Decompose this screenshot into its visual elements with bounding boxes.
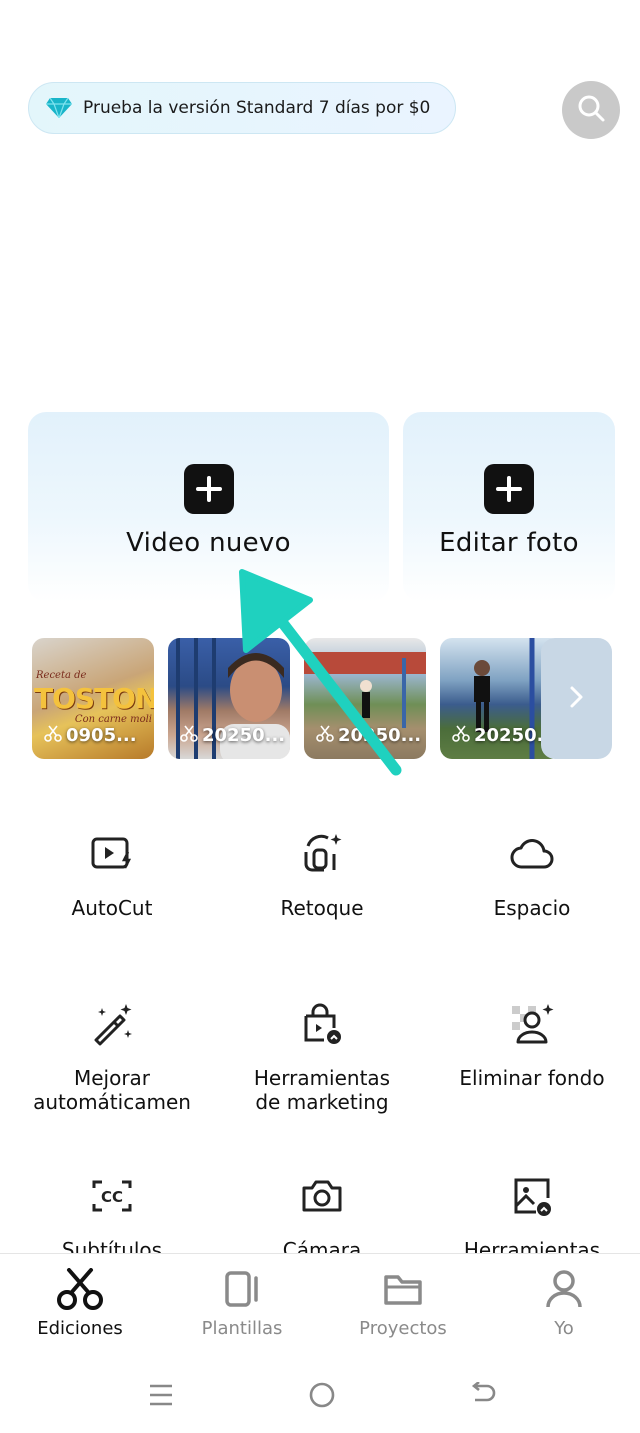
edit-photo-card[interactable]: Editar foto — [403, 412, 615, 602]
bottom-navigation: Ediciones Plantillas Proyectos Yo — [0, 1253, 640, 1353]
promo-banner[interactable]: Prueba la versión Standard 7 días por $0 — [28, 82, 456, 134]
tool-camara[interactable]: Cámara — [222, 1172, 422, 1262]
home-button[interactable] — [302, 1375, 342, 1415]
home-circle-icon — [309, 1382, 335, 1408]
cloud-icon — [508, 830, 556, 878]
captions-icon: CC — [88, 1172, 136, 1220]
system-navigation-bar — [0, 1353, 640, 1433]
thumbnail-overlay-text: Receta de — [36, 670, 87, 681]
magic-wand-icon — [88, 1000, 136, 1048]
retouch-icon — [298, 830, 346, 878]
nav-label: Ediciones — [37, 1318, 123, 1339]
thumbnail-caption: 20250... — [202, 725, 286, 746]
back-icon — [471, 1382, 496, 1402]
nav-ediciones[interactable]: Ediciones — [10, 1268, 150, 1339]
tool-herramientas-imagen[interactable]: Herramientas — [432, 1172, 632, 1262]
tool-espacio[interactable]: Espacio — [432, 830, 632, 920]
tool-label: Retoque — [280, 896, 364, 920]
recent-project-thumbnail[interactable]: Receta de TOSTONES Con carne moli 0905..… — [32, 638, 154, 759]
nav-label: Proyectos — [359, 1318, 447, 1339]
profile-icon — [544, 1268, 584, 1310]
tool-label: Espacio — [493, 896, 571, 920]
scissors-icon — [452, 724, 470, 747]
nav-plantillas[interactable]: Plantillas — [172, 1268, 312, 1339]
scissors-icon — [57, 1268, 103, 1310]
marketing-bag-icon — [298, 1000, 346, 1048]
tool-label: AutoCut — [71, 896, 153, 920]
thumbnail-caption: 0905... — [66, 725, 137, 746]
tool-subtitulos[interactable]: CC Subtítulos — [12, 1172, 212, 1262]
search-button[interactable] — [562, 81, 620, 139]
nav-yo[interactable]: Yo — [494, 1268, 634, 1339]
templates-icon — [224, 1268, 260, 1310]
scissors-icon — [316, 724, 334, 747]
scissors-icon — [44, 724, 62, 747]
plus-icon — [484, 464, 534, 514]
plus-icon — [183, 464, 234, 514]
back-button[interactable] — [463, 1375, 503, 1415]
new-video-card[interactable]: Video nuevo — [28, 412, 389, 602]
camera-icon — [298, 1172, 346, 1220]
tool-marketing[interactable]: Herramientas de marketing — [222, 1000, 422, 1114]
recent-project-thumbnail[interactable]: 20250... — [168, 638, 290, 759]
thumbnail-caption: 20250... — [338, 725, 422, 746]
nav-label: Yo — [554, 1318, 574, 1339]
tool-eliminar-fondo[interactable]: Eliminar fondo — [432, 1000, 632, 1090]
autocut-icon — [88, 830, 136, 878]
more-recent-button[interactable] — [541, 638, 612, 759]
tool-label: Eliminar fondo — [459, 1066, 605, 1090]
nav-proyectos[interactable]: Proyectos — [333, 1268, 473, 1339]
new-video-label: Video nuevo — [126, 528, 291, 558]
tool-mejorar[interactable]: Mejorar automáticamen — [12, 1000, 212, 1114]
tool-retoque[interactable]: Retoque — [222, 830, 422, 920]
scissors-icon — [180, 724, 198, 747]
search-icon — [576, 93, 606, 127]
recent-project-thumbnail[interactable]: 20250... — [304, 638, 426, 759]
menu-icon — [150, 1384, 172, 1406]
image-tools-icon — [508, 1172, 556, 1220]
svg-text:CC: CC — [101, 1188, 123, 1206]
nav-label: Plantillas — [201, 1318, 283, 1339]
diamond-icon — [45, 97, 73, 119]
chevron-right-icon — [569, 685, 585, 713]
tool-autocut[interactable]: AutoCut — [12, 830, 212, 920]
thumbnail-overlay-title: TOSTONES — [34, 682, 154, 715]
promo-text: Prueba la versión Standard 7 días por $0 — [83, 98, 431, 118]
tool-label: Mejorar automáticamen — [33, 1066, 191, 1114]
tool-label: Herramientas de marketing — [253, 1066, 391, 1114]
recent-apps-button[interactable] — [141, 1375, 181, 1415]
edit-photo-label: Editar foto — [439, 528, 579, 558]
remove-background-icon — [508, 1000, 556, 1048]
folder-icon — [383, 1268, 423, 1310]
